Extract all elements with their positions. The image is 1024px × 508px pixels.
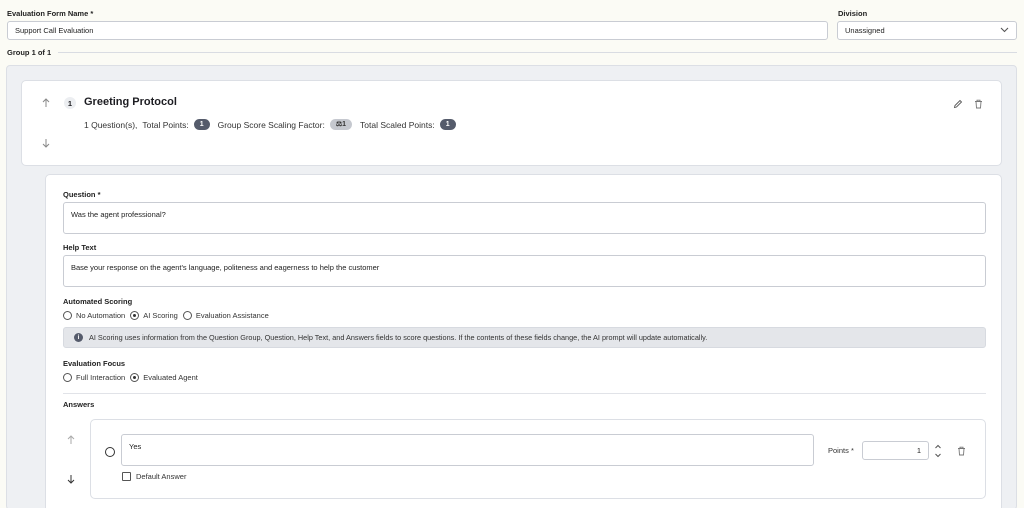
scaling-value: 1 <box>342 121 347 128</box>
scoring-options: No Automation AI Scoring Evaluation Assi… <box>63 311 274 320</box>
scaled-points-label: Total Scaled Points: <box>360 119 435 130</box>
default-answer-label: Default Answer <box>136 472 187 481</box>
scoring-option-no-automation[interactable]: No Automation <box>63 311 125 320</box>
total-points-label: Total Points: <box>142 119 189 130</box>
scoring-option-evaluation-assistance[interactable]: Evaluation Assistance <box>182 311 269 320</box>
points-label: Points * <box>828 446 854 455</box>
points-value: 1 <box>916 446 921 455</box>
scoring-option-ai-scoring[interactable]: AI Scoring <box>130 311 178 320</box>
info-icon: i <box>74 333 83 342</box>
scaling-label: Group Score Scaling Factor: <box>217 119 325 130</box>
radio-icon <box>182 311 192 320</box>
group-count-label: Group 1 of 1 <box>7 48 52 57</box>
answers-label: Answers <box>63 400 95 409</box>
ai-scoring-info-banner: i AI Scoring uses information from the Q… <box>63 327 986 348</box>
help-text-input[interactable]: Base your response on the agent's langua… <box>63 255 986 287</box>
form-name-input[interactable]: Support Call Evaluation <box>7 21 828 40</box>
form-name-label: Evaluation Form Name * <box>7 9 94 18</box>
scaling-badge: ⚖1 <box>329 119 353 130</box>
radio-icon <box>63 311 72 320</box>
radio-selected-icon <box>130 373 140 382</box>
focus-options: Full Interaction Evaluated Agent <box>63 373 203 382</box>
answer-input[interactable]: Yes <box>121 434 814 466</box>
division-select[interactable]: Unassigned <box>837 21 1017 40</box>
info-text: AI Scoring uses information from the Que… <box>89 333 708 342</box>
move-up-icon[interactable] <box>40 97 52 109</box>
division-value: Unassigned <box>845 26 885 35</box>
scaled-points-badge: 1 <box>439 119 456 130</box>
automated-scoring-label: Automated Scoring <box>63 297 133 306</box>
radio-icon <box>63 373 72 382</box>
radio-selected-icon <box>130 311 140 320</box>
answer-card: Yes Default Answer Points * 1 <box>90 419 986 499</box>
evaluation-focus-label: Evaluation Focus <box>63 359 126 368</box>
question-card: Question * Was the agent professional? H… <box>45 174 1002 508</box>
edit-icon[interactable] <box>952 98 964 110</box>
questions-count: 1 Question(s), <box>84 119 138 130</box>
division-label: Division <box>838 9 868 18</box>
answer-move-down-icon[interactable] <box>65 473 77 485</box>
group-divider <box>58 52 1017 53</box>
focus-option-evaluated-agent[interactable]: Evaluated Agent <box>130 373 198 382</box>
question-input[interactable]: Was the agent professional? <box>63 202 986 234</box>
help-text-value: Base your response on the agent's langua… <box>71 263 380 272</box>
delete-group-icon[interactable] <box>972 98 984 110</box>
move-down-icon[interactable] <box>40 137 52 149</box>
group-summary: 1 Question(s), Total Points: 1 Group Sco… <box>84 119 456 130</box>
answer-value: Yes <box>129 442 142 451</box>
total-points-badge: 1 <box>193 119 210 130</box>
answer-move-up-icon[interactable] <box>65 434 77 446</box>
chevron-down-icon <box>1000 26 1009 35</box>
section-divider <box>63 393 986 394</box>
answer-radio-icon[interactable] <box>105 447 115 457</box>
form-name-value: Support Call Evaluation <box>15 26 94 35</box>
points-stepper-icon[interactable] <box>933 442 943 460</box>
group-title: Greeting Protocol <box>84 96 177 108</box>
default-answer-checkbox[interactable]: Default Answer <box>122 472 186 481</box>
group-header-card: 1 Greeting Protocol 1 Question(s), Total… <box>21 80 1002 166</box>
delete-answer-icon[interactable] <box>955 445 967 457</box>
question-label: Question * <box>63 190 101 199</box>
checkbox-icon <box>122 472 131 481</box>
group-number-badge: 1 <box>64 97 76 109</box>
question-value: Was the agent professional? <box>71 210 166 219</box>
help-text-label: Help Text <box>63 243 97 252</box>
focus-option-full-interaction[interactable]: Full Interaction <box>63 373 125 382</box>
points-input[interactable]: 1 <box>862 441 929 460</box>
